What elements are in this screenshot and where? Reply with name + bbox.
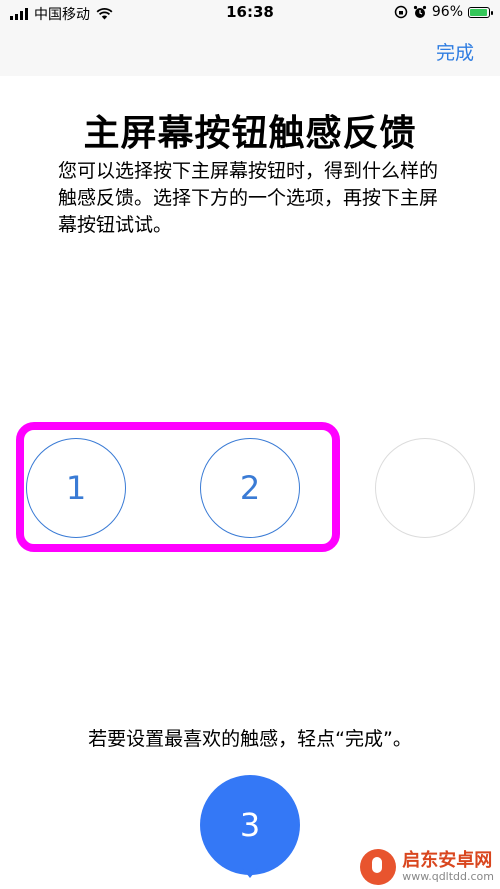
selected-pointer-icon: [242, 868, 258, 878]
watermark: 启东安卓网 www.qdltdd.com: [360, 849, 494, 885]
navigation-bar: 完成: [0, 26, 500, 76]
page-description: 您可以选择按下主屏幕按钮时，得到什么样的触感反馈。选择下方的一个选项，再按下主屏…: [58, 160, 439, 236]
watermark-text: 启东安卓网 www.qdltdd.com: [402, 851, 494, 883]
battery-fill: [470, 8, 488, 16]
watermark-name: 启东安卓网: [402, 850, 493, 872]
lock-rotation-icon: [394, 5, 408, 19]
hint-text: 若要设置最喜欢的触感，轻点“完成”。: [88, 728, 412, 750]
done-button[interactable]: 完成: [436, 38, 474, 65]
haptic-option-selected[interactable]: 3: [200, 775, 300, 875]
annotation-highlight-box: [16, 422, 340, 552]
battery-icon: [468, 6, 493, 18]
haptic-option-empty[interactable]: [375, 438, 475, 538]
selected-option-label: 3: [239, 806, 261, 844]
status-bar-right: 96%: [394, 4, 493, 20]
battery-percent: 96%: [431, 4, 463, 20]
watermark-url: www.qdltdd.com: [402, 869, 494, 883]
watermark-logo-icon: [360, 849, 397, 885]
status-bar: 中国移动 16:38 96%: [0, 0, 500, 26]
alarm-icon: [413, 5, 426, 18]
page-title: 主屏幕按钮触感反馈: [83, 113, 417, 154]
